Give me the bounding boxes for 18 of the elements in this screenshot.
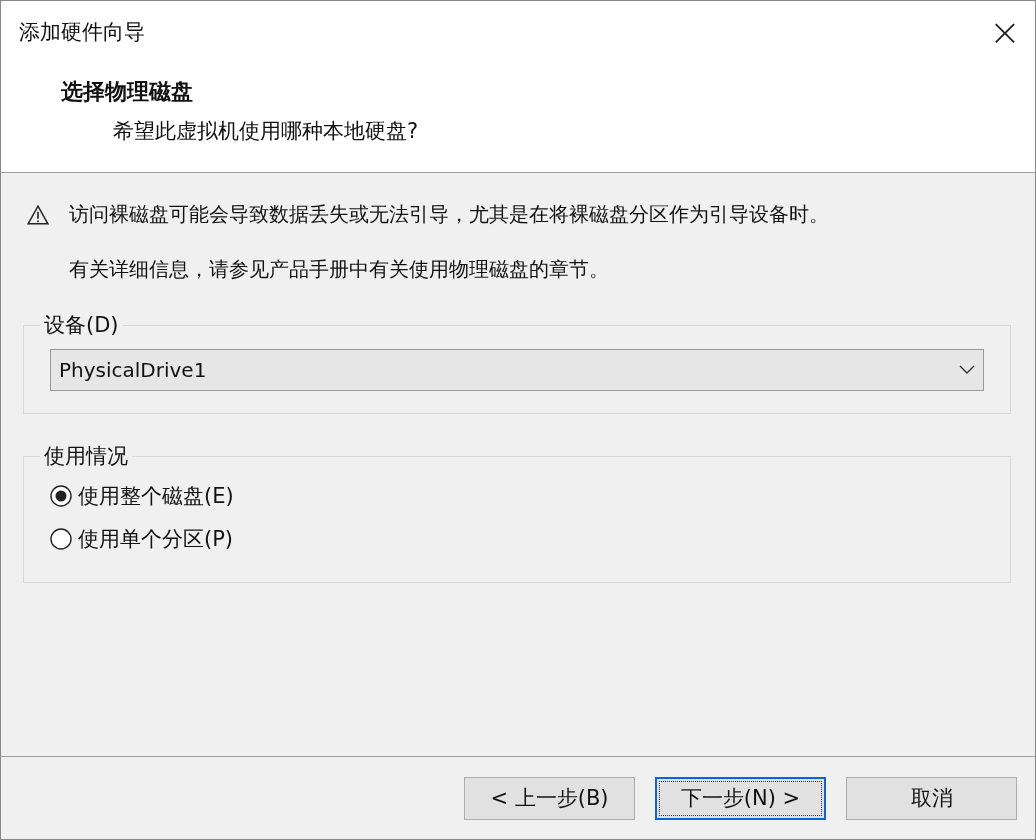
device-dropdown[interactable]: PhysicalDrive1 [50, 349, 984, 391]
group-label: 设备(D) [43, 312, 120, 339]
wizard-button[interactable]: < 上一步(B) [464, 776, 635, 820]
info-text: 有关详细信息，请参见产品手册中有关使用物理磁盘的章节。 [69, 256, 610, 283]
wizard-button[interactable]: 取消 [846, 776, 1017, 820]
close-button[interactable]: × [975, 2, 1035, 62]
wizard-button[interactable]: 下一步(N) > [655, 776, 826, 820]
radio-button[interactable] [50, 484, 72, 507]
window-title: 添加硬件向导 [19, 19, 145, 46]
warning-icon [27, 204, 49, 225]
warning-text: 访问裸磁盘可能会导致数据丢失或无法引导，尤其是在将裸磁盘分区作为引导设备时。 [69, 201, 829, 228]
chevron-down-icon [959, 365, 975, 375]
group-label: 使用情况 [43, 443, 129, 470]
radio-option[interactable]: 使用整个磁盘(E) [50, 474, 984, 517]
radio-option[interactable]: 使用单个分区(P) [50, 517, 984, 560]
radio-button[interactable] [50, 527, 72, 550]
page-title: 选择物理磁盘 [61, 78, 194, 106]
page-subtitle: 希望此虚拟机使用哪种本地硬盘? [113, 118, 420, 145]
